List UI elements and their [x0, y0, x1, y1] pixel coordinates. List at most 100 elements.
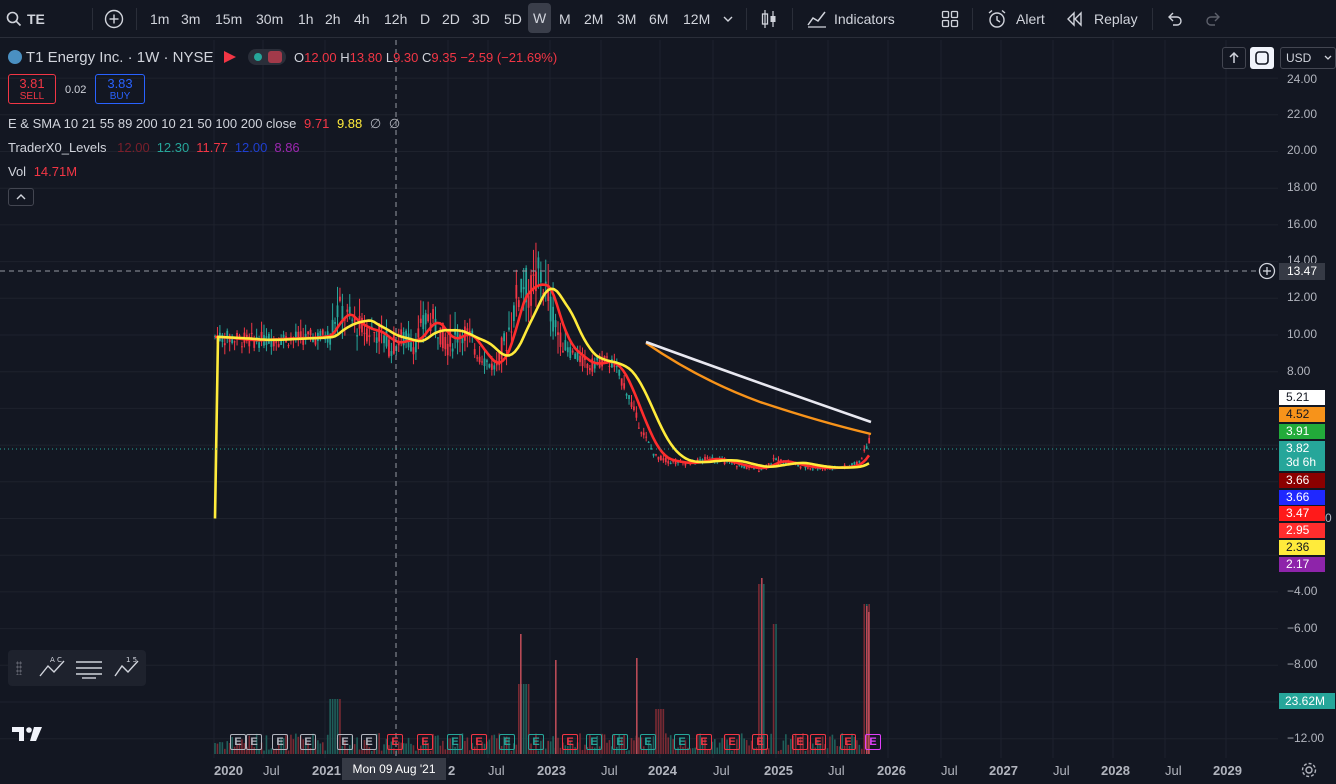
timeframe-3m[interactable]: 3M: [617, 0, 636, 38]
candle-body: [630, 402, 633, 407]
undo-icon[interactable]: [1166, 10, 1184, 28]
sell-button[interactable]: 3.81 SELL: [8, 74, 56, 104]
earnings-marker[interactable]: E: [696, 734, 712, 750]
volume-scale-tag: 23.62M: [1279, 693, 1335, 709]
timeframe-1h[interactable]: 1h: [298, 0, 314, 38]
alarm-clock-icon[interactable]: [986, 8, 1008, 30]
compare-add-icon[interactable]: [104, 9, 124, 29]
volume-bar: [863, 604, 866, 754]
time-axis-label: 2028: [1101, 763, 1130, 778]
timeframe-1m[interactable]: 1m: [150, 0, 169, 38]
earnings-marker[interactable]: E: [752, 734, 768, 750]
volume-legend[interactable]: Vol 14.71M: [8, 164, 77, 179]
earnings-marker[interactable]: E: [724, 734, 740, 750]
timeframe-30m[interactable]: 30m: [256, 0, 283, 38]
impulse-wave-icon[interactable]: 1 5: [112, 654, 144, 682]
candle-body: [339, 296, 341, 301]
timeframe-w[interactable]: W: [528, 3, 552, 33]
replay-button[interactable]: Replay: [1094, 0, 1138, 38]
elliott-wave-icon[interactable]: A C: [36, 654, 72, 682]
candle-body: [309, 329, 312, 336]
layout-grid-icon[interactable]: [941, 10, 959, 28]
timeframe-15m[interactable]: 15m: [215, 0, 242, 38]
timeframe-5d[interactable]: 5D: [504, 0, 522, 38]
indicators-icon[interactable]: [806, 9, 828, 29]
earnings-marker[interactable]: E: [417, 734, 433, 750]
replay-rewind-icon[interactable]: [1066, 11, 1084, 27]
volume-value: 14.71M: [33, 164, 78, 179]
timeframe-m[interactable]: M: [559, 0, 571, 38]
settings-gear-icon[interactable]: [1300, 761, 1318, 779]
drag-handle[interactable]: [16, 661, 22, 675]
earnings-marker[interactable]: E: [361, 734, 377, 750]
sma-indicator-legend[interactable]: E & SMA 10 21 55 89 200 10 21 50 100 200…: [8, 116, 400, 132]
earnings-marker[interactable]: E: [230, 734, 246, 750]
earnings-marker[interactable]: E: [865, 734, 881, 750]
volume-bar: [645, 749, 647, 754]
candle-body: [704, 456, 706, 461]
candle-body: [660, 455, 662, 461]
earnings-marker[interactable]: E: [674, 734, 690, 750]
candles-chart-type-icon[interactable]: [759, 8, 779, 30]
timeframe-2d[interactable]: 2D: [442, 0, 460, 38]
candle-body: [569, 347, 572, 358]
earnings-marker[interactable]: E: [562, 734, 578, 750]
redo-icon[interactable]: [1204, 10, 1222, 28]
earnings-marker[interactable]: E: [586, 734, 602, 750]
candle-body: [486, 360, 488, 363]
volume-bar: [297, 736, 300, 754]
indicators-button[interactable]: Indicators: [834, 0, 895, 38]
alert-button[interactable]: Alert: [1016, 0, 1045, 38]
fib-levels-icon[interactable]: [74, 654, 104, 682]
time-axis-label: Jul: [828, 763, 845, 778]
buy-button[interactable]: 3.83 BUY: [95, 74, 145, 104]
earnings-marker[interactable]: E: [272, 734, 288, 750]
earnings-marker[interactable]: E: [792, 734, 808, 750]
earnings-marker[interactable]: E: [471, 734, 487, 750]
timeframe-6m[interactable]: 6M: [649, 0, 668, 38]
volume-bar: [549, 741, 552, 754]
earnings-marker[interactable]: E: [300, 734, 316, 750]
earnings-marker[interactable]: E: [810, 734, 826, 750]
earnings-marker[interactable]: E: [640, 734, 656, 750]
earnings-marker[interactable]: E: [528, 734, 544, 750]
volume-bar: [772, 624, 775, 754]
volume-bar: [491, 735, 493, 754]
price-axis-label: 12.00: [1287, 290, 1318, 304]
price-axis-label: 10.00: [1287, 327, 1318, 341]
volume-bar: [522, 684, 525, 754]
earnings-marker[interactable]: E: [499, 734, 515, 750]
symbol-search[interactable]: TE: [27, 0, 45, 38]
earnings-marker[interactable]: E: [337, 734, 353, 750]
timeframe-12m[interactable]: 12M: [683, 0, 710, 38]
tradingview-logo-icon[interactable]: [10, 724, 44, 744]
symbol-title[interactable]: T1 Energy Inc. · 1W · NYSE: [26, 49, 214, 66]
fullscreen-button[interactable]: [1250, 47, 1274, 69]
add-alert-plus-icon[interactable]: [1258, 262, 1276, 280]
earnings-marker[interactable]: E: [840, 734, 856, 750]
currency-selector[interactable]: USD: [1280, 47, 1336, 69]
timeframe-4h[interactable]: 4h: [354, 0, 370, 38]
timeframe-3d[interactable]: 3D: [472, 0, 490, 38]
earnings-marker[interactable]: E: [246, 734, 262, 750]
volume-bar: [292, 739, 295, 754]
timeframe-12h[interactable]: 12h: [384, 0, 407, 38]
volume-bar: [444, 749, 447, 754]
volume-bar: [748, 745, 750, 754]
candle-body: [422, 315, 425, 330]
search-icon[interactable]: [6, 11, 22, 27]
timeframe-3m[interactable]: 3m: [181, 0, 200, 38]
levels-indicator-legend[interactable]: TraderX0_Levels 12.00 12.30 11.77 12.00 8.86: [8, 140, 300, 155]
candle-body: [655, 454, 657, 456]
volume-bar: [831, 734, 834, 754]
earnings-marker[interactable]: E: [612, 734, 628, 750]
auto-scale-up-button[interactable]: [1222, 47, 1246, 69]
chevron-down-icon[interactable]: [722, 14, 734, 24]
timeframe-d[interactable]: D: [420, 0, 430, 38]
earnings-marker[interactable]: E: [387, 734, 403, 750]
timeframe-2h[interactable]: 2h: [325, 0, 341, 38]
earnings-marker[interactable]: E: [447, 734, 463, 750]
timeframe-2m[interactable]: 2M: [584, 0, 603, 38]
market-status-badge[interactable]: [247, 49, 286, 65]
collapse-legend-button[interactable]: [8, 188, 34, 206]
